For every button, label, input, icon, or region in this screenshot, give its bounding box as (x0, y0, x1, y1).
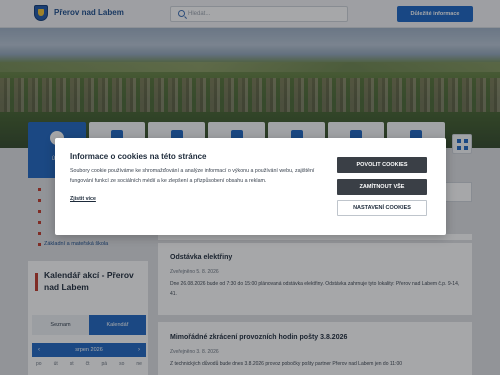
cookie-title: Informace o cookies na této stránce (70, 152, 207, 161)
cookie-settings-button[interactable]: NASTAVENÍ COOKIES (337, 200, 427, 216)
cookie-dialog: Informace o cookies na této stránce Soub… (55, 138, 446, 235)
cookie-text: Soubory cookie používáme ke shromažďován… (70, 168, 315, 184)
reject-all-button[interactable]: ZAMÍTNOUT VŠE (337, 179, 427, 195)
allow-cookies-button[interactable]: POVOLIT COOKIES (337, 157, 427, 173)
learn-more-link[interactable]: Zjistit více (70, 196, 96, 202)
